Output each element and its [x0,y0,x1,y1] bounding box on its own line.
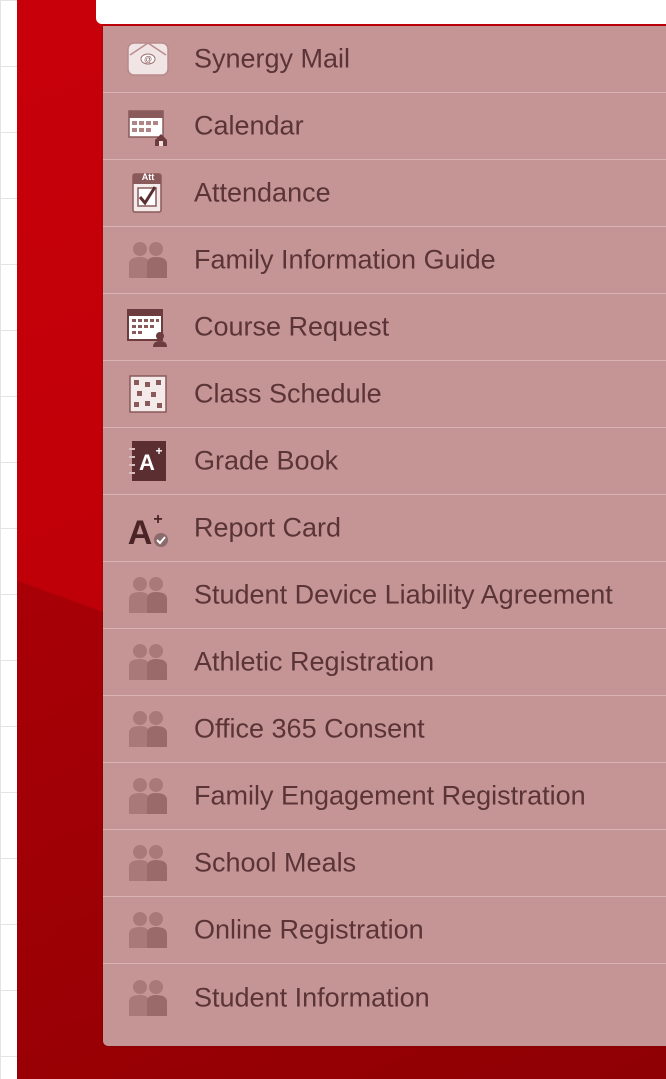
people-icon [125,841,171,885]
people-icon [125,640,171,684]
report-card-icon: A + [125,506,171,550]
people-icon [125,238,171,282]
menu-item-label: School Meals [194,847,357,878]
menu-item-label: Student Device Liability Agreement [194,579,613,610]
people-icon [125,707,171,751]
menu-item-online-registration[interactable]: Online Registration [103,897,666,964]
menu-item-school-meals[interactable]: School Meals [103,830,666,897]
grade-book-icon: A + [125,439,171,483]
top-white-strip [96,0,666,24]
svg-text:A: A [128,514,153,550]
menu-item-report-card[interactable]: A + Report Card [103,495,666,562]
menu-item-label: Attendance [194,177,331,208]
menu-item-label: Office 365 Consent [194,713,425,744]
menu-item-student-device-liability-agreement[interactable]: Student Device Liability Agreement [103,562,666,629]
menu-item-label: Athletic Registration [194,646,435,677]
people-icon [125,774,171,818]
people-icon [125,908,171,952]
menu-item-family-engagement-registration[interactable]: Family Engagement Registration [103,763,666,830]
menu-item-label: Course Request [194,311,390,342]
svg-text:+: + [155,444,162,458]
class-schedule-icon [125,372,171,416]
attendance-icon-text: Att [141,172,155,182]
people-icon [125,976,171,1020]
menu-item-label: Family Engagement Registration [194,780,586,811]
calendar-icon [125,104,171,148]
svg-text:A: A [139,450,155,475]
menu-item-athletic-registration[interactable]: Athletic Registration [103,629,666,696]
menu-item-synergy-mail[interactable]: @ Synergy Mail [103,26,666,93]
mail-icon: @ [125,37,171,81]
menu-item-attendance[interactable]: Att Attendance [103,160,666,227]
menu-item-label: Student Information [194,982,430,1012]
course-request-icon [125,305,171,349]
attendance-icon: Att [125,171,171,215]
navigation-menu: @ Synergy Mail Calendar Att Attendance F… [103,26,666,1046]
menu-item-label: Online Registration [194,914,424,945]
people-icon [125,573,171,617]
svg-text:@: @ [144,55,152,64]
menu-item-label: Calendar [194,110,304,141]
menu-item-label: Grade Book [194,445,339,476]
menu-item-label: Synergy Mail [194,43,351,74]
menu-item-label: Class Schedule [194,378,382,409]
menu-item-class-schedule[interactable]: Class Schedule [103,361,666,428]
menu-item-family-information-guide[interactable]: Family Information Guide [103,227,666,294]
svg-text:+: + [153,511,162,528]
menu-item-student-information[interactable]: Student Information [103,964,666,1031]
menu-item-office-365-consent[interactable]: Office 365 Consent [103,696,666,763]
menu-item-course-request[interactable]: Course Request [103,294,666,361]
menu-item-label: Family Information Guide [194,244,496,275]
menu-item-calendar[interactable]: Calendar [103,93,666,160]
menu-item-grade-book[interactable]: A + Grade Book [103,428,666,495]
menu-item-label: Report Card [194,512,342,543]
